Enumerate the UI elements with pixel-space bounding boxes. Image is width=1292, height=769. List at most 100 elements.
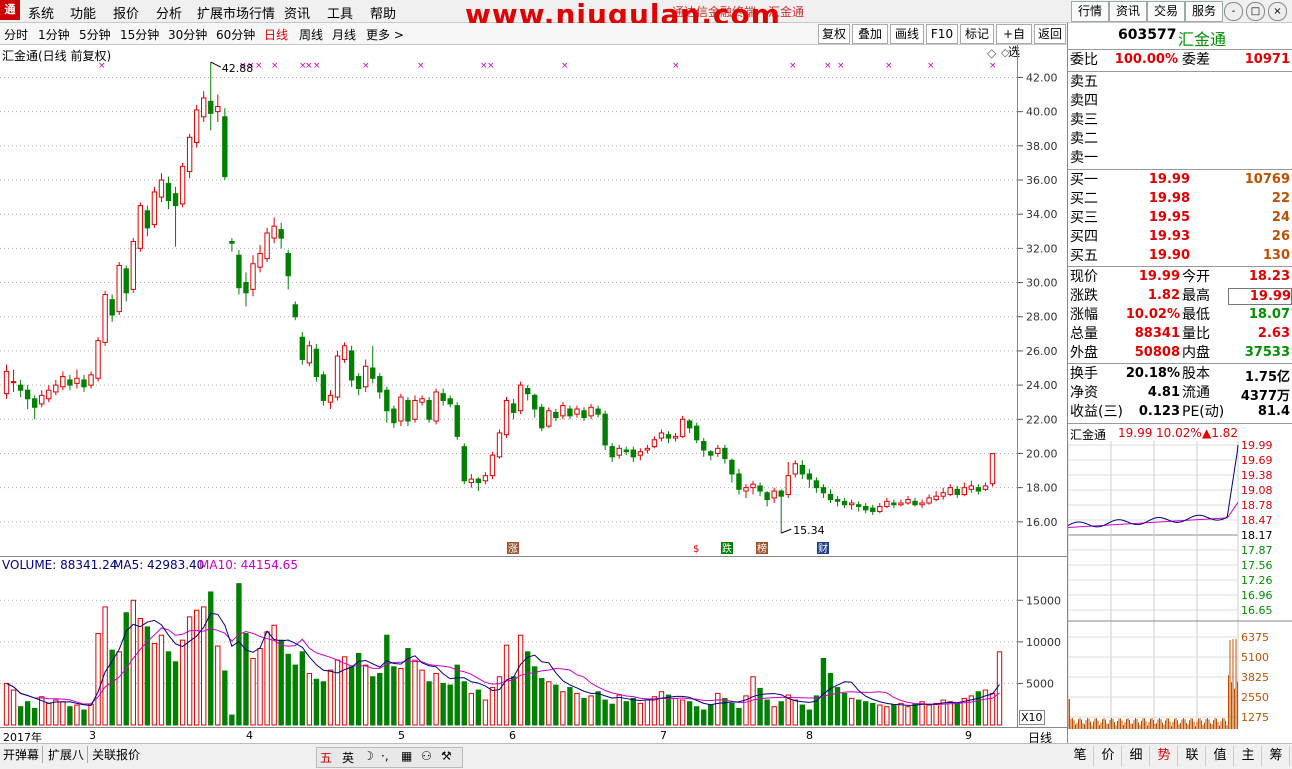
event-marker-icon: × <box>417 61 425 71</box>
mini-price-tick: 17.56 <box>1241 559 1273 572</box>
sell2-label: 卖二 <box>1070 131 1098 147</box>
menu-function[interactable]: 功能 <box>70 3 96 22</box>
ime-keyboard-icon[interactable]: ▦ <box>401 749 412 763</box>
buy-price: 19.99 <box>1148 172 1190 187</box>
candle-body <box>553 411 559 419</box>
candle-body <box>313 348 320 378</box>
candle-body <box>377 376 383 393</box>
tab-extend-eight[interactable]: 扩展八 <box>48 746 89 763</box>
tab-related-quote[interactable]: 关联报价 <box>92 746 140 763</box>
event-marker-icon: × <box>837 61 845 71</box>
stat-value: 10.02% <box>1125 307 1180 322</box>
ime-english-icon[interactable]: 英 <box>342 749 354 766</box>
volume-bar <box>694 706 700 726</box>
mini-price-tick: 18.78 <box>1241 499 1273 512</box>
stat-label: 最低 <box>1182 307 1210 323</box>
overlay-button[interactable]: 叠加 <box>852 24 888 44</box>
add-watchlist-button[interactable]: +自选 <box>996 24 1032 59</box>
diamond-icon[interactable]: ◇ <box>987 46 996 60</box>
candle-body <box>750 483 756 489</box>
stat-value: 1.82 <box>1147 288 1180 303</box>
candle-body <box>919 502 925 506</box>
ime-user-icon[interactable]: ⚇ <box>421 749 432 763</box>
volume-bar <box>517 634 524 726</box>
event-marker-icon: × <box>989 61 997 71</box>
top-button-news[interactable]: 资讯 <box>1109 1 1147 22</box>
period-weekly[interactable]: 周线 <box>299 26 323 43</box>
candle-body <box>820 487 827 494</box>
volume-bar <box>285 653 291 726</box>
menu-tools[interactable]: 工具 <box>327 3 353 22</box>
candle-body <box>341 345 348 360</box>
side-tab-5[interactable]: 值 <box>1207 746 1234 766</box>
close-icon[interactable]: × <box>1268 2 1287 21</box>
top-button-trade[interactable]: 交易 <box>1147 1 1185 22</box>
side-tab-4[interactable]: 联 <box>1179 746 1206 766</box>
stat-label: 今开 <box>1182 269 1210 285</box>
menu-extended-market[interactable]: 扩展市场行情 <box>197 3 275 22</box>
restore-rights-button[interactable]: 复权 <box>818 24 850 44</box>
period-1min[interactable]: 1分钟 <box>38 26 70 43</box>
kline-chart[interactable]: × × × × × × × × × × × × × × × × × × × × 42.88 15.34 涨 $ 跌榜财 汇金通(… <box>0 45 1017 556</box>
volume-chart[interactable]: VOLUME: 88341.24 MA5: 42983.40 MA10: 441… <box>0 556 1017 728</box>
candle-body <box>137 205 144 249</box>
period-5min[interactable]: 5分钟 <box>79 26 111 43</box>
candle-body <box>764 492 770 501</box>
expand-icon[interactable]: ◇ <box>1001 46 1009 59</box>
menu-system[interactable]: 系统 <box>28 3 54 22</box>
side-tab-2[interactable]: 细 <box>1123 746 1150 766</box>
volume-bar <box>926 704 932 726</box>
volume-bar <box>299 651 305 726</box>
volume-bar <box>574 692 580 726</box>
volume-bar <box>60 701 66 726</box>
period-daily[interactable]: 日线 <box>264 26 288 43</box>
top-button-quote[interactable]: 行情 <box>1071 1 1109 22</box>
mini-timeshare[interactable]: 汇金通 19.99 10.02% ▲1.82 19.99 19.69 19.38 19… <box>1068 424 1292 743</box>
tab-danmaku[interactable]: 开弹幕 <box>3 746 44 763</box>
fund-value: 1.75亿 <box>1244 370 1290 385</box>
app-logo[interactable]: 通 <box>0 0 20 20</box>
ma10-label: MA10: 44154.65 <box>199 558 298 572</box>
ime-punct-icon[interactable]: ·, <box>381 749 389 763</box>
candle-body <box>813 480 820 489</box>
ime-wubi-icon[interactable]: 五 <box>320 749 332 766</box>
period-timeshare[interactable]: 分时 <box>4 26 28 43</box>
maximize-icon[interactable]: □ <box>1246 2 1265 21</box>
side-tab-3[interactable]: 势 <box>1151 746 1178 766</box>
f10-button[interactable]: F10 <box>926 24 958 44</box>
side-tab-1[interactable]: 价 <box>1095 746 1122 766</box>
period-30min[interactable]: 30分钟 <box>168 26 207 43</box>
mark-button[interactable]: 标记 <box>960 24 994 44</box>
side-tab-0[interactable]: 笔 <box>1067 746 1094 766</box>
low-label: 15.34 <box>793 524 825 537</box>
menu-quote[interactable]: 报价 <box>113 3 139 22</box>
top-button-service[interactable]: 服务 <box>1185 1 1223 22</box>
event-marker-icon: × <box>824 61 832 71</box>
candle-body <box>708 451 714 456</box>
candle-body <box>348 350 355 381</box>
draw-line-button[interactable]: 画线 <box>890 24 924 44</box>
period-more[interactable]: 更多 > <box>366 26 404 43</box>
side-tab-6[interactable]: 主 <box>1235 746 1262 766</box>
menu-help[interactable]: 帮助 <box>370 3 396 22</box>
buy-label: 买二 <box>1070 191 1098 207</box>
side-tab-7[interactable]: 筹 <box>1263 746 1290 766</box>
quote-panel: 603577 汇金通 委比 100.00% 委差 10971 卖五 卖四 卖三 … <box>1067 23 1292 743</box>
minimize-icon[interactable]: - <box>1224 2 1243 21</box>
candle-body <box>870 507 876 513</box>
ime-moon-icon[interactable]: ☽ <box>363 749 374 763</box>
volume-bar <box>884 706 890 726</box>
period-60min[interactable]: 60分钟 <box>216 26 255 43</box>
ime-settings-icon[interactable]: ⚒ <box>441 749 452 763</box>
candle-body <box>799 464 806 475</box>
event-marker-icon: × <box>885 61 893 71</box>
menu-analysis[interactable]: 分析 <box>156 3 182 22</box>
period-15min[interactable]: 15分钟 <box>120 26 159 43</box>
back-button[interactable]: 返回 <box>1034 24 1066 44</box>
candle-body <box>848 502 855 506</box>
menu-news[interactable]: 资讯 <box>284 3 310 22</box>
volume-bar <box>426 681 432 726</box>
candle-body <box>510 403 517 413</box>
period-monthly[interactable]: 月线 <box>332 26 356 43</box>
volume-bar <box>848 697 855 726</box>
